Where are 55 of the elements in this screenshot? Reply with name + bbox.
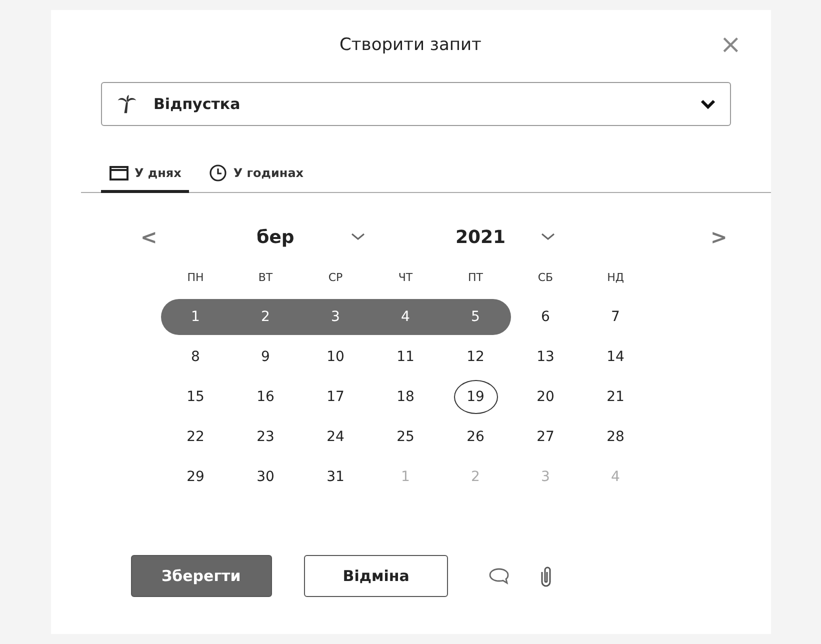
calendar-day[interactable]: 23 — [230, 419, 300, 455]
tab[interactable]: У днях — [100, 158, 190, 193]
weekday-label: ВТ — [257, 271, 274, 286]
chevron-down-icon — [700, 99, 716, 109]
calendar-day[interactable]: 18 — [370, 379, 440, 415]
next-month-button[interactable]: > — [710, 225, 740, 249]
calendar-day[interactable]: 24 — [300, 419, 370, 455]
cancel-button[interactable]: Відміна — [304, 555, 448, 597]
calendar-day[interactable]: 11 — [370, 339, 440, 375]
previous-month-button[interactable]: < — [140, 225, 200, 249]
calendar-day[interactable]: 26 — [440, 419, 510, 455]
calendar-day[interactable]: 31 — [300, 459, 370, 495]
calendar-day[interactable]: 3 — [300, 299, 370, 335]
month-label: бер — [256, 226, 296, 248]
clock-icon — [209, 164, 228, 182]
calendar-day[interactable]: 15 — [160, 379, 230, 415]
year-label: 2021 — [454, 226, 507, 248]
calendar-icon — [108, 165, 128, 181]
weekday-label: НД — [606, 271, 625, 286]
save-button[interactable]: Зберегти — [130, 555, 272, 597]
calendar-day[interactable]: 8 — [160, 339, 230, 375]
calendar-day[interactable]: 9 — [230, 339, 300, 375]
weekday-label: ПН — [186, 271, 205, 286]
calendar-day[interactable]: 5 — [440, 299, 510, 335]
calendar-day[interactable]: 2 — [230, 299, 300, 335]
calendar-day[interactable]: 4 — [370, 299, 440, 335]
chevron-down-icon[interactable] — [350, 233, 364, 241]
weekday-label: СР — [327, 271, 344, 286]
calendar-day[interactable]: 27 — [510, 419, 580, 455]
weekday-label: ПТ — [467, 271, 484, 286]
calendar-day[interactable]: 12 — [440, 339, 510, 375]
calendar-day[interactable]: 28 — [580, 419, 650, 455]
calendar-day[interactable]: 20 — [510, 379, 580, 415]
calendar-day[interactable]: 6 — [510, 299, 580, 335]
calendar-day[interactable]: 16 — [230, 379, 300, 415]
calendar-day[interactable]: 29 — [160, 459, 230, 495]
type-select[interactable]: Відпустка — [100, 82, 730, 126]
calendar-day[interactable]: 30 — [230, 459, 300, 495]
calendar-day[interactable]: 22 — [160, 419, 230, 455]
calendar-day[interactable]: 13 — [510, 339, 580, 375]
calendar-day[interactable]: 17 — [300, 379, 370, 415]
calendar-day[interactable]: 7 — [580, 299, 650, 335]
weekday-label: СБ — [536, 271, 554, 286]
calendar-day[interactable]: 25 — [370, 419, 440, 455]
weekday-label: ЧТ — [397, 271, 414, 286]
calendar-day[interactable]: 1 — [160, 299, 230, 335]
chevron-down-icon[interactable] — [540, 233, 554, 241]
tab[interactable]: У годинах — [201, 158, 312, 193]
palm-tree-icon — [116, 93, 138, 115]
close-button[interactable]: × — [716, 30, 746, 60]
dialog-title: Створити запит — [340, 35, 482, 55]
calendar-day[interactable]: 10 — [300, 339, 370, 375]
calendar-day[interactable]: 14 — [580, 339, 650, 375]
comment-icon[interactable] — [488, 567, 510, 585]
calendar-day[interactable]: 21 — [580, 379, 650, 415]
